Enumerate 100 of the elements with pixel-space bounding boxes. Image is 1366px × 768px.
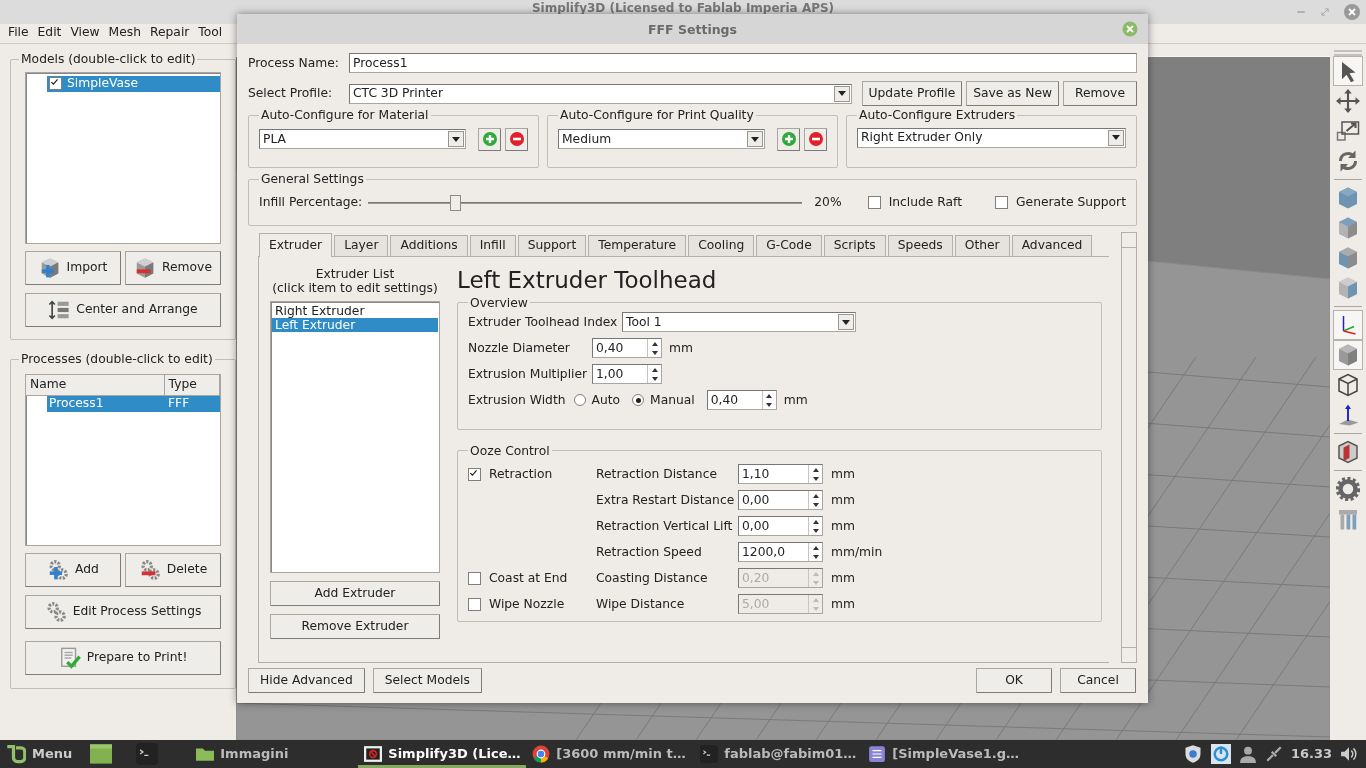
gears-icon — [44, 600, 67, 623]
tab[interactable]: Speeds — [887, 234, 953, 256]
user-icon — [1238, 745, 1257, 763]
delete-button[interactable]: Delete — [125, 552, 221, 587]
app-window-icon — [364, 745, 383, 763]
taskbar-item[interactable]: fablab@fabim01… — [694, 740, 863, 768]
footer-button[interactable]: Hide Advanced — [248, 668, 365, 693]
dropdown-select[interactable]: Medium — [558, 129, 765, 150]
remove-button[interactable] — [804, 127, 827, 151]
profile-button[interactable]: Save as New — [966, 81, 1059, 106]
menu-item[interactable]: Mesh — [104, 24, 145, 43]
extruder-button[interactable]: Add Extruder — [270, 581, 440, 606]
infill-slider[interactable] — [368, 194, 803, 211]
spin-box[interactable]: 1,10 — [738, 464, 823, 485]
axes-tool-button[interactable] — [1333, 310, 1363, 340]
taskbar-item[interactable]: [3600 mm/min t… — [526, 740, 695, 768]
wireframe-cube-icon — [1336, 373, 1360, 397]
radio-button[interactable] — [573, 394, 586, 407]
plug-icon — [1264, 745, 1283, 763]
tab[interactable]: Advanced — [1011, 234, 1093, 256]
settings-tool-button[interactable] — [1333, 474, 1363, 504]
spin-box[interactable]: 0,40 — [592, 338, 662, 359]
spin-box[interactable]: 0,40 — [706, 390, 777, 411]
import-button[interactable]: Import — [25, 250, 121, 285]
profile-button[interactable]: Update Profile — [861, 81, 963, 106]
spin-box[interactable]: 0,00 — [738, 516, 823, 537]
taskbar-item[interactable]: [SimpleVase1.g… — [862, 740, 1031, 768]
checkbox[interactable] — [867, 196, 881, 209]
footer-button[interactable]: Cancel — [1060, 668, 1136, 693]
radio-label: Manual — [650, 392, 695, 408]
spin-box[interactable]: 1200,0 — [738, 542, 823, 563]
spin-box[interactable]: 0,00 — [738, 490, 823, 511]
cube-icon — [1336, 186, 1360, 210]
tab[interactable]: Infill — [469, 234, 516, 256]
profile-button[interactable]: Remove — [1063, 81, 1137, 106]
table-cell-text: Process1 — [48, 396, 105, 412]
tab[interactable]: Extruder — [259, 232, 333, 257]
list-item[interactable]: Left Extruder — [272, 318, 438, 332]
list-item[interactable]: Right Extruder — [272, 304, 438, 318]
remove-button[interactable]: Remove — [125, 250, 221, 285]
resize-icon — [1336, 119, 1360, 143]
tab[interactable]: Temperature — [588, 234, 687, 256]
add-button[interactable]: Add — [25, 552, 121, 587]
unit-label: mm — [831, 570, 856, 586]
dropdown-select[interactable]: Tool 1 — [622, 312, 856, 333]
checkbox[interactable] — [49, 77, 62, 91]
process-name-field[interactable]: Process1 — [349, 53, 1137, 73]
prepare-button[interactable]: Prepare to Print! — [25, 640, 221, 675]
arrange-button[interactable]: Center and Arrange — [25, 292, 221, 327]
checkbox[interactable] — [995, 196, 1009, 209]
menu-item[interactable]: File — [4, 24, 33, 43]
text-editor-icon — [868, 745, 887, 763]
solid-tool-button[interactable] — [1333, 340, 1363, 370]
edit-button[interactable]: Edit Process Settings — [25, 594, 221, 629]
taskbar-item[interactable]: Simplify3D (Lice… — [358, 740, 527, 768]
dropdown-select[interactable]: PLA — [259, 129, 466, 150]
tab[interactable]: Support — [517, 234, 587, 256]
tab[interactable]: Additions — [390, 234, 468, 256]
menu-item[interactable]: Repair — [146, 24, 194, 43]
menu-item[interactable]: Edit — [33, 24, 66, 43]
field-label: Extruder Toolhead Index — [468, 314, 619, 330]
slider-value: 20% — [814, 195, 842, 210]
tab[interactable]: Other — [954, 234, 1010, 256]
terminal-icon — [700, 745, 719, 763]
minus-icon — [807, 131, 824, 148]
tab[interactable]: G-Code — [756, 234, 822, 256]
add-button[interactable] — [777, 127, 800, 151]
taskbar-item[interactable]: Immagini — [190, 740, 359, 768]
checkbox[interactable] — [468, 467, 481, 481]
extruder-button[interactable]: Remove Extruder — [270, 614, 440, 639]
profile-select[interactable]: CTC 3D Printer — [349, 83, 852, 104]
tab[interactable]: Layer — [334, 234, 389, 256]
field-label: Select Profile: — [248, 86, 334, 101]
select-tool-button[interactable] — [1333, 56, 1363, 86]
menu-button[interactable]: Menu — [0, 740, 79, 768]
radio-button[interactable] — [632, 394, 645, 407]
spin-box[interactable]: 1,00 — [592, 364, 662, 385]
tree-item[interactable]: SimpleVase — [47, 75, 220, 92]
remove-button[interactable] — [505, 127, 528, 151]
scrollbar[interactable] — [1121, 231, 1137, 663]
group-title: Auto-Configure Extruders — [858, 108, 1017, 123]
footer-button[interactable]: Select Models — [372, 668, 482, 693]
group-title: Ooze Control — [469, 443, 551, 459]
dropdown-select[interactable]: Right Extruder Only — [857, 127, 1126, 148]
menu-item[interactable]: View — [66, 24, 104, 43]
tab[interactable]: Cooling — [688, 234, 755, 256]
close-icon[interactable] — [1122, 21, 1138, 37]
footer-button[interactable]: OK — [976, 668, 1052, 693]
menu-item[interactable]: Tool — [194, 24, 227, 43]
terminal-icon — [136, 743, 159, 765]
group-title: General Settings — [260, 171, 365, 187]
cube-icon — [1336, 246, 1360, 270]
volume-icon — [1340, 745, 1358, 763]
add-button[interactable] — [478, 127, 501, 151]
slider-thumb[interactable] — [450, 194, 462, 211]
column-header[interactable]: Type — [164, 374, 220, 395]
tab[interactable]: Scripts — [823, 234, 886, 256]
column-header[interactable]: Name — [26, 374, 165, 395]
checkbox-label: Include Raft — [888, 195, 963, 210]
folder-icon — [196, 745, 215, 763]
